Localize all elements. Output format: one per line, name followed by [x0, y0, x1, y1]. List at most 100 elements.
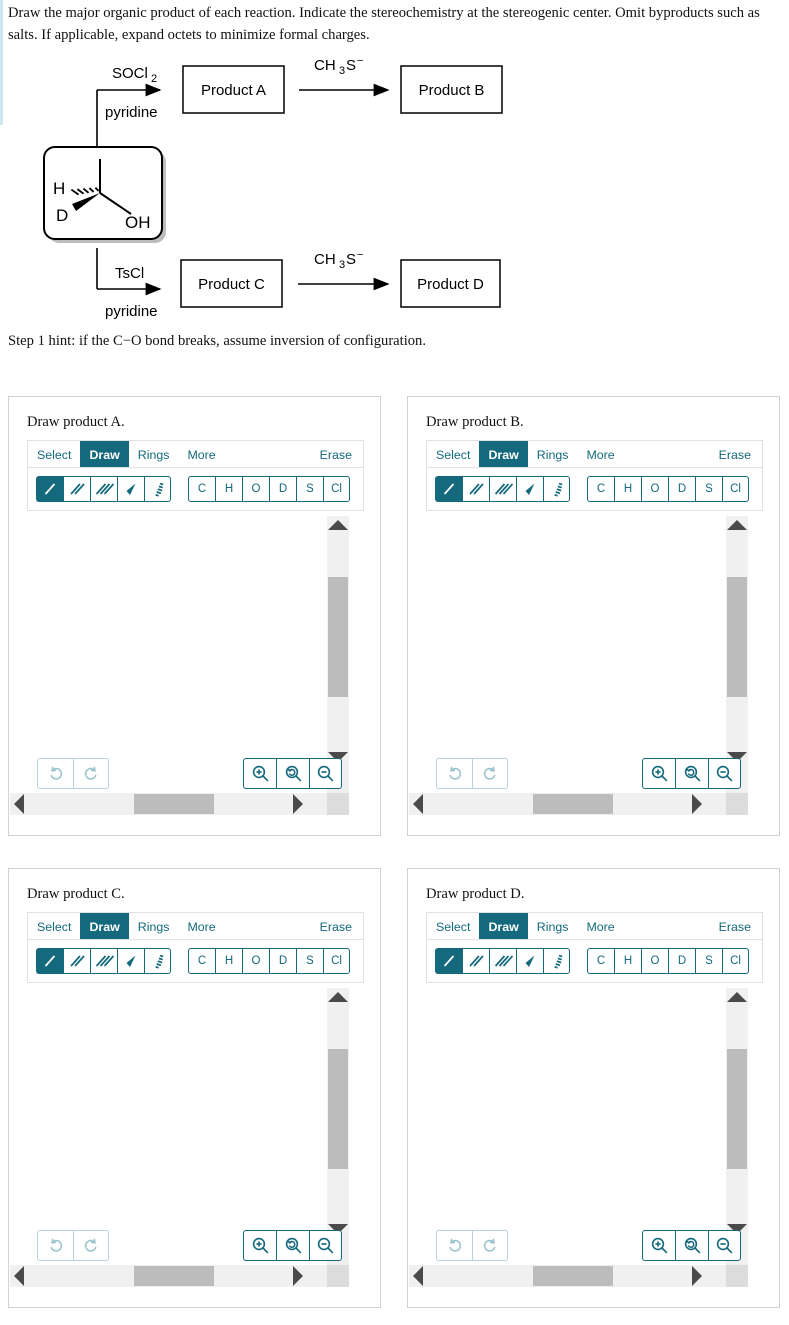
- double-bond-icon[interactable]: [462, 476, 489, 502]
- undo-button[interactable]: [436, 758, 472, 789]
- erase-button[interactable]: Erase: [710, 913, 762, 940]
- vertical-scroll-thumb[interactable]: [328, 577, 348, 697]
- scroll-left-arrow-icon[interactable]: [14, 794, 24, 814]
- tab-draw[interactable]: Draw: [80, 441, 129, 468]
- tab-more[interactable]: More: [577, 913, 623, 940]
- tab-select[interactable]: Select: [28, 913, 80, 940]
- zoom-reset-button[interactable]: [276, 1230, 309, 1261]
- wedge-bond-icon[interactable]: [117, 948, 144, 974]
- double-bond-icon[interactable]: [63, 948, 90, 974]
- tab-draw[interactable]: Draw: [479, 441, 528, 468]
- vertical-scroll-thumb[interactable]: [727, 577, 747, 697]
- hash-bond-icon[interactable]: [144, 476, 171, 502]
- redo-button[interactable]: [73, 758, 109, 789]
- erase-button[interactable]: Erase: [710, 441, 762, 468]
- atom-button-o[interactable]: O: [641, 948, 668, 974]
- undo-button[interactable]: [37, 1230, 73, 1261]
- atom-button-s[interactable]: S: [695, 476, 722, 502]
- hash-bond-icon[interactable]: [144, 948, 171, 974]
- atom-button-h[interactable]: H: [215, 948, 242, 974]
- atom-button-h[interactable]: H: [614, 948, 641, 974]
- tab-select[interactable]: Select: [28, 441, 80, 468]
- single-bond-icon[interactable]: [36, 476, 63, 502]
- atom-button-o[interactable]: O: [641, 476, 668, 502]
- atom-button-s[interactable]: S: [296, 948, 323, 974]
- scroll-up-arrow-icon[interactable]: [328, 520, 348, 530]
- atom-button-c[interactable]: C: [188, 476, 215, 502]
- vertical-scrollbar-b[interactable]: [726, 516, 748, 793]
- drawing-canvas-d[interactable]: [409, 988, 726, 1265]
- zoom-out-button[interactable]: [708, 758, 741, 789]
- single-bond-icon[interactable]: [435, 948, 462, 974]
- tab-draw[interactable]: Draw: [479, 913, 528, 940]
- erase-button[interactable]: Erase: [311, 441, 363, 468]
- drawing-canvas-a[interactable]: [10, 516, 327, 793]
- atom-button-cl[interactable]: Cl: [323, 476, 350, 502]
- redo-button[interactable]: [472, 1230, 508, 1261]
- triple-bond-icon[interactable]: [489, 948, 516, 974]
- tab-rings[interactable]: Rings: [528, 913, 578, 940]
- horizontal-scroll-thumb[interactable]: [533, 1266, 613, 1286]
- zoom-in-button[interactable]: [243, 758, 276, 789]
- zoom-in-button[interactable]: [642, 1230, 675, 1261]
- tab-select[interactable]: Select: [427, 913, 479, 940]
- zoom-reset-button[interactable]: [675, 1230, 708, 1261]
- erase-button[interactable]: Erase: [311, 913, 363, 940]
- atom-button-cl[interactable]: Cl: [323, 948, 350, 974]
- hash-bond-icon[interactable]: [543, 948, 570, 974]
- horizontal-scrollbar-d[interactable]: [409, 1265, 726, 1287]
- triple-bond-icon[interactable]: [489, 476, 516, 502]
- wedge-bond-icon[interactable]: [516, 948, 543, 974]
- scroll-up-arrow-icon[interactable]: [727, 992, 747, 1002]
- wedge-bond-icon[interactable]: [117, 476, 144, 502]
- horizontal-scrollbar-a[interactable]: [10, 793, 327, 815]
- hash-bond-icon[interactable]: [543, 476, 570, 502]
- scroll-right-arrow-icon[interactable]: [293, 794, 303, 814]
- tab-draw[interactable]: Draw: [80, 913, 129, 940]
- tab-more[interactable]: More: [577, 441, 623, 468]
- zoom-in-button[interactable]: [243, 1230, 276, 1261]
- tab-rings[interactable]: Rings: [129, 441, 179, 468]
- atom-button-h[interactable]: H: [215, 476, 242, 502]
- atom-button-c[interactable]: C: [188, 948, 215, 974]
- tab-more[interactable]: More: [178, 441, 224, 468]
- triple-bond-icon[interactable]: [90, 948, 117, 974]
- scroll-left-arrow-icon[interactable]: [413, 1266, 423, 1286]
- scroll-up-arrow-icon[interactable]: [328, 992, 348, 1002]
- horizontal-scroll-thumb[interactable]: [134, 794, 214, 814]
- vertical-scrollbar-c[interactable]: [327, 988, 349, 1265]
- atom-button-o[interactable]: O: [242, 948, 269, 974]
- triple-bond-icon[interactable]: [90, 476, 117, 502]
- double-bond-icon[interactable]: [462, 948, 489, 974]
- atom-button-cl[interactable]: Cl: [722, 476, 749, 502]
- atom-button-d[interactable]: D: [269, 476, 296, 502]
- vertical-scrollbar-a[interactable]: [327, 516, 349, 793]
- atom-button-h[interactable]: H: [614, 476, 641, 502]
- zoom-out-button[interactable]: [309, 758, 342, 789]
- atom-button-o[interactable]: O: [242, 476, 269, 502]
- atom-button-cl[interactable]: Cl: [722, 948, 749, 974]
- scroll-right-arrow-icon[interactable]: [293, 1266, 303, 1286]
- scroll-right-arrow-icon[interactable]: [692, 794, 702, 814]
- atom-button-s[interactable]: S: [296, 476, 323, 502]
- tab-select[interactable]: Select: [427, 441, 479, 468]
- zoom-reset-button[interactable]: [276, 758, 309, 789]
- zoom-in-button[interactable]: [642, 758, 675, 789]
- scroll-up-arrow-icon[interactable]: [727, 520, 747, 530]
- drawing-canvas-b[interactable]: [409, 516, 726, 793]
- atom-button-c[interactable]: C: [587, 948, 614, 974]
- atom-button-s[interactable]: S: [695, 948, 722, 974]
- zoom-out-button[interactable]: [708, 1230, 741, 1261]
- redo-button[interactable]: [472, 758, 508, 789]
- scroll-left-arrow-icon[interactable]: [14, 1266, 24, 1286]
- atom-button-d[interactable]: D: [668, 476, 695, 502]
- horizontal-scrollbar-b[interactable]: [409, 793, 726, 815]
- double-bond-icon[interactable]: [63, 476, 90, 502]
- zoom-reset-button[interactable]: [675, 758, 708, 789]
- wedge-bond-icon[interactable]: [516, 476, 543, 502]
- atom-button-c[interactable]: C: [587, 476, 614, 502]
- horizontal-scroll-thumb[interactable]: [134, 1266, 214, 1286]
- tab-more[interactable]: More: [178, 913, 224, 940]
- scroll-right-arrow-icon[interactable]: [692, 1266, 702, 1286]
- redo-button[interactable]: [73, 1230, 109, 1261]
